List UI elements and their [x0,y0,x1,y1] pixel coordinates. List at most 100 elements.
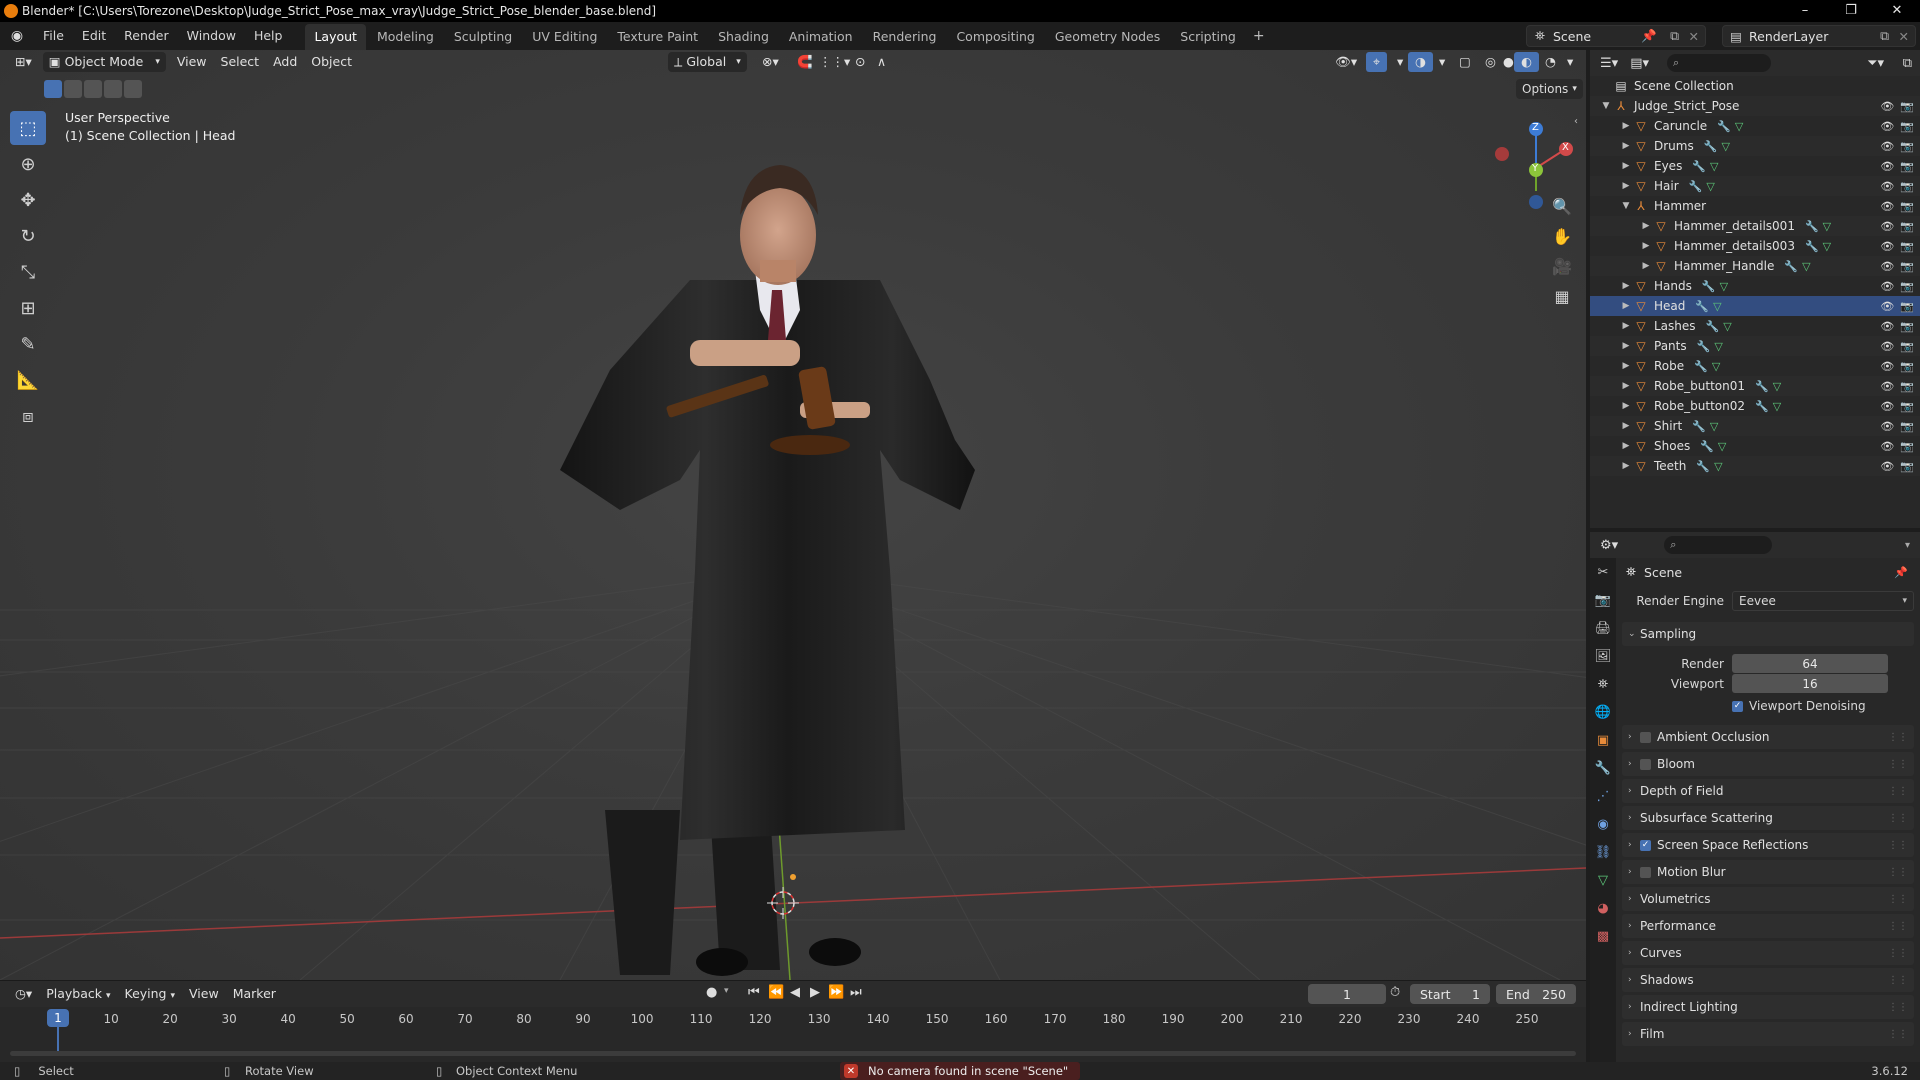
annotate-tool-icon[interactable]: ✎ [10,327,46,361]
eye-icon[interactable]: 👁 [1880,240,1894,253]
rotate-tool-icon[interactable]: ↻ [10,219,46,253]
viewport-samples-field[interactable]: 16 [1732,674,1888,693]
render-tab-icon[interactable]: 📷 [1590,586,1616,614]
drag-handle-icon[interactable]: ⋮⋮ [1888,975,1908,986]
outliner-item[interactable]: ▶ ▽ Hammer_details001 🔧 ▽ 👁 📷 [1590,216,1920,236]
camera-icon[interactable]: 📷 [1900,260,1914,273]
viewport-menu-add[interactable]: Add [266,52,304,72]
drag-handle-icon[interactable]: ⋮⋮ [1888,867,1908,878]
outliner-item[interactable]: ▶ ▽ Pants 🔧 ▽ 👁 📷 [1590,336,1920,356]
eye-icon[interactable]: 👁 [1880,220,1894,233]
modifier-icon[interactable]: 🔧 [1696,460,1710,473]
eye-icon[interactable]: 👁 [1880,260,1894,273]
modifier-icon[interactable]: 🔧 [1697,340,1711,353]
drag-handle-icon[interactable]: ⋮⋮ [1888,921,1908,932]
add-workspace-button[interactable]: + [1247,28,1271,44]
panel-bloom[interactable]: › Bloom ⋮⋮ [1622,752,1914,776]
modifier-icon[interactable]: 🔧 [1706,320,1720,333]
sampling-panel-header[interactable]: ⌄ Sampling [1622,622,1914,646]
properties-editor-icon[interactable]: ⚙▾ [1600,538,1618,553]
drag-handle-icon[interactable]: ⋮⋮ [1888,732,1908,743]
mesh-data-icon[interactable]: ▽ [1710,420,1718,433]
menu-help[interactable]: Help [245,22,292,50]
falloff-icon[interactable]: ∧ [870,52,893,72]
modifier-icon[interactable]: 🔧 [1704,140,1718,153]
panel-enable-checkbox[interactable] [1640,758,1651,770]
mesh-data-icon[interactable]: ▽ [1721,140,1729,153]
tab-rendering[interactable]: Rendering [864,24,946,50]
camera-icon[interactable]: 📷 [1900,140,1914,153]
drag-handle-icon[interactable]: ⋮⋮ [1888,894,1908,905]
panel-volumetrics[interactable]: › Volumetrics ⋮⋮ [1622,887,1914,911]
select-subtract-icon[interactable] [84,80,102,98]
timeline-menu-keying[interactable]: Keying ▾ [118,984,183,1004]
maximize-button[interactable]: ❐ [1828,0,1874,22]
mesh-data-icon[interactable]: ▽ [1773,400,1781,413]
panel-enable-checkbox[interactable] [1640,731,1651,743]
outliner-item[interactable]: ▶ ▽ Caruncle 🔧 ▽ 👁 📷 [1590,116,1920,136]
outliner[interactable]: ☰▾ ▤▾ ⌕ ⏷▾ ⧉ ▤ Scene Collection ▼ ⅄ Judge_St… [1590,50,1920,528]
timeline-menu-view[interactable]: View [182,984,226,1004]
outliner-editor-icon[interactable]: ☰▾ [1600,56,1618,71]
tab-sculpting[interactable]: Sculpting [445,24,521,50]
jump-end-icon[interactable]: ⏭ [850,985,862,1000]
timeline-menu-marker[interactable]: Marker [226,984,283,1004]
eye-icon[interactable]: 👁 [1880,140,1894,153]
panel-film[interactable]: › Film ⋮⋮ [1622,1022,1914,1046]
outliner-item[interactable]: ▶ ▽ Drums 🔧 ▽ 👁 📷 [1590,136,1920,156]
chevron-right-icon[interactable]: ▶ [1620,441,1632,451]
shading-dropdown-icon[interactable]: ▾ [1560,52,1580,72]
modifier-icon[interactable]: 🔧 [1784,260,1798,273]
timeline[interactable]: ◷▾ Playback ▾ Keying ▾ View Marker ● ▾ ⏮ ⏪ ◀ … [0,980,1586,1068]
eye-icon[interactable]: 👁 [1880,300,1894,313]
tab-compositing[interactable]: Compositing [947,24,1043,50]
camera-icon[interactable]: 📷 [1900,460,1914,473]
modifier-icon[interactable]: 🔧 [1717,120,1731,133]
tab-shading[interactable]: Shading [709,24,778,50]
cursor-tool-icon[interactable]: ⊕ [10,147,46,181]
material-tab-icon[interactable]: ◕ [1590,894,1616,922]
camera-icon[interactable]: 📷 [1900,320,1914,333]
camera-icon[interactable]: 📷 [1900,180,1914,193]
timeline-scrollbar[interactable] [10,1051,1576,1056]
panel-shadows[interactable]: › Shadows ⋮⋮ [1622,968,1914,992]
camera-icon[interactable]: 📷 [1900,380,1914,393]
outliner-item[interactable]: ▶ ▽ Shirt 🔧 ▽ 👁 📷 [1590,416,1920,436]
chevron-right-icon[interactable]: ▶ [1620,341,1632,351]
tab-modeling[interactable]: Modeling [368,24,443,50]
visibility-icon[interactable]: 👁▾ [1328,52,1364,72]
mesh-data-icon[interactable]: ▽ [1823,220,1831,233]
outliner-item[interactable]: ▼ ⅄ Hammer 👁 📷 [1590,196,1920,216]
tab-scripting[interactable]: Scripting [1171,24,1245,50]
drag-handle-icon[interactable]: ⋮⋮ [1888,840,1908,851]
mesh-data-icon[interactable]: ▽ [1723,320,1731,333]
outliner-item[interactable]: ▶ ▽ Robe 🔧 ▽ 👁 📷 [1590,356,1920,376]
chevron-down-icon[interactable]: ▼ [1600,101,1612,111]
data-tab-icon[interactable]: ▽ [1590,866,1616,894]
chevron-right-icon[interactable]: ▶ [1640,221,1652,231]
camera-icon[interactable]: 📷 [1900,360,1914,373]
play-icon[interactable]: ▶ [810,985,820,1000]
menu-edit[interactable]: Edit [73,22,115,50]
prev-keyframe-icon[interactable]: ⏪ [768,985,784,1000]
scene-selector[interactable]: ⛯ Scene 📌 ⧉ ✕ [1526,25,1706,47]
outliner-search-input[interactable]: ⌕ [1667,54,1771,72]
options-button[interactable]: Options ▾ [1516,79,1583,99]
view-layer-tab-icon[interactable]: 🖼 [1590,642,1616,670]
eye-icon[interactable]: 👁 [1880,440,1894,453]
mode-selector[interactable]: ▣ Object Mode ▾ [42,52,166,72]
mesh-data-icon[interactable]: ▽ [1802,260,1810,273]
scale-tool-icon[interactable]: ⤡ [10,255,46,289]
constraints-tab-icon[interactable]: ⛓ [1590,838,1616,866]
timeline-ruler[interactable]: 10 20 30 40 50 60 70 80 90 100 110 120 130 140 150 160 1… [0,1009,1586,1053]
add-cube-tool-icon[interactable]: ⧈ [10,399,46,433]
mesh-data-icon[interactable]: ▽ [1714,460,1722,473]
mesh-data-icon[interactable]: ▽ [1823,240,1831,253]
panel-curves[interactable]: › Curves ⋮⋮ [1622,941,1914,965]
minimize-button[interactable]: – [1782,0,1828,22]
select-invert-icon[interactable] [104,80,122,98]
camera-icon[interactable]: 📷 [1900,240,1914,253]
tab-texture-paint[interactable]: Texture Paint [608,24,707,50]
chevron-right-icon[interactable]: ▶ [1620,141,1632,151]
camera-icon[interactable]: 📷 [1900,300,1914,313]
